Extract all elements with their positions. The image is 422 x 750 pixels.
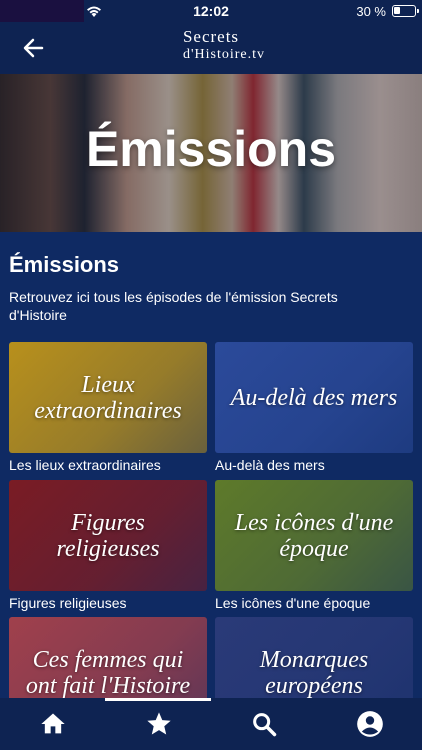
card-label: Les icônes d'une époque [215,595,371,611]
battery-icon [392,5,419,17]
card-overlay-text: Au-delà des mers [230,384,398,411]
card-label: Les lieux extraordinaires [9,457,161,473]
card-overlay-text: Monarques européens [259,646,369,699]
card-image: Lieux extraordinaires [9,342,207,453]
logo-line1: Secrets [182,27,240,46]
bottom-nav [0,698,422,750]
battery-percentage: 30 % [356,4,386,19]
section-title: Émissions [9,252,120,277]
hero-title: Émissions [85,121,337,177]
active-tab-indicator [105,698,211,701]
hero-banner: Émissions [0,74,422,232]
logo-line2: d'Histoire.tv [182,47,265,62]
card-label: Au-delà des mers [215,457,325,473]
app-logo: Secrets d'Histoire.tv [0,28,422,64]
card-label: Figures religieuses [9,595,127,611]
card-overlay-text: Les icônes d'une époque [234,509,394,562]
card-lieux-extraordinaires[interactable]: Lieux extraordinaires Les lieux extraord… [9,342,207,473]
app-header: Secrets d'Histoire.tv [0,22,422,74]
status-bar: 12:02 30 % [0,0,422,22]
search-icon[interactable] [250,710,278,738]
card-image: Figures religieuses [9,480,207,591]
star-icon[interactable] [145,710,173,738]
card-au-dela-des-mers[interactable]: Au-delà des mers Au-delà des mers [215,342,413,473]
home-icon[interactable] [39,710,67,738]
card-icones-epoque[interactable]: Les icônes d'une époque Les icônes d'une… [215,480,413,611]
card-overlay-text: Lieux extraordinaires [34,371,182,424]
card-image: Les icônes d'une époque [215,480,413,591]
card-overlay-text: Figures religieuses [56,509,160,562]
section-description: Retrouvez ici tous les épisodes de l'émi… [9,289,338,323]
battery-fill [394,7,400,14]
card-figures-religieuses[interactable]: Figures religieuses Figures religieuses [9,480,207,611]
card-overlay-text: Ces femmes qui ont fait l'Histoire [25,646,191,699]
card-image: Au-delà des mers [215,342,413,453]
account-icon[interactable] [356,710,384,738]
